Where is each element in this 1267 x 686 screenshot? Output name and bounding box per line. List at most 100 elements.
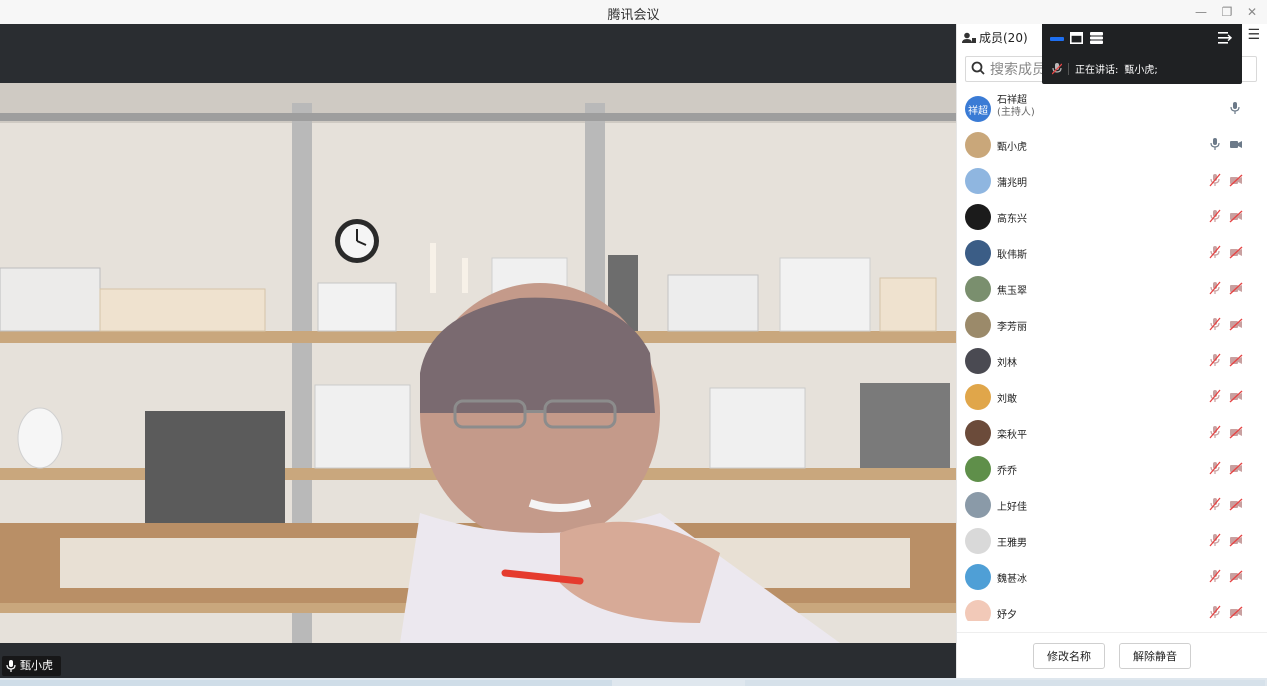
camera-off-icon[interactable]: [1229, 281, 1243, 295]
panel-menu-icon[interactable]: ☰: [1247, 27, 1260, 43]
camera-off-icon[interactable]: [1229, 569, 1243, 583]
camera-off-icon[interactable]: [1229, 461, 1243, 475]
speaking-prefix: 正在讲话:: [1075, 65, 1119, 76]
panel-footer: 修改名称 解除静音: [957, 632, 1267, 679]
camera-off-icon[interactable]: [1229, 533, 1243, 547]
speaker-video[interactable]: [0, 83, 956, 643]
camera-off-icon[interactable]: [1229, 389, 1243, 403]
member-name-block: 石祥超 (主持人): [997, 95, 1035, 119]
member-name-block: 焦玉翠: [997, 282, 1027, 297]
minimize-button[interactable]: —: [1192, 3, 1210, 21]
avatar: [965, 168, 991, 194]
member-row[interactable]: 刘林: [957, 343, 1267, 379]
camera-off-icon[interactable]: [1229, 605, 1243, 619]
collapse-panel-icon[interactable]: [1218, 32, 1232, 44]
taskbar-segment: [745, 680, 1265, 686]
member-name-block: 妤夕: [997, 606, 1017, 621]
mic-icon[interactable]: [1209, 137, 1221, 151]
member-row[interactable]: 王雅男: [957, 523, 1267, 559]
members-title: 成员(20): [962, 29, 1028, 46]
mic-muted-icon[interactable]: [1209, 569, 1221, 583]
mic-muted-icon[interactable]: [1209, 209, 1221, 223]
member-name: 刘敢: [997, 394, 1017, 405]
restore-button[interactable]: ❐: [1218, 3, 1236, 21]
avatar: [965, 312, 991, 338]
member-row[interactable]: 妤夕: [957, 595, 1267, 621]
member-name: 魏甚冰: [997, 574, 1027, 585]
camera-off-icon[interactable]: [1229, 425, 1243, 439]
member-row[interactable]: 蒲兆明: [957, 163, 1267, 199]
member-row[interactable]: 祥超 石祥超 (主持人): [957, 91, 1267, 127]
member-name: 乔乔: [997, 466, 1017, 477]
member-row[interactable]: 栾秋平: [957, 415, 1267, 451]
video-frame-image: [0, 83, 956, 643]
speaking-indicator: 正在讲话: 甄小虎;: [1052, 61, 1158, 76]
mic-muted-icon[interactable]: [1209, 245, 1221, 259]
member-row[interactable]: 高东兴: [957, 199, 1267, 235]
member-name-block: 王雅男: [997, 534, 1027, 549]
avatar: [965, 132, 991, 158]
mic-muted-icon[interactable]: [1209, 605, 1221, 619]
member-name-block: 栾秋平: [997, 426, 1027, 441]
active-speaker-tag: 甄小虎: [2, 656, 61, 676]
camera-off-icon[interactable]: [1229, 245, 1243, 259]
member-name-block: 刘敢: [997, 390, 1017, 405]
camera-off-icon[interactable]: [1229, 497, 1243, 511]
member-name: 栾秋平: [997, 430, 1027, 441]
member-row[interactable]: 耿伟斯: [957, 235, 1267, 271]
mic-muted-icon[interactable]: [1209, 389, 1221, 403]
avatar: [965, 240, 991, 266]
camera-icon[interactable]: [1229, 137, 1243, 151]
member-row[interactable]: 乔乔: [957, 451, 1267, 487]
rename-button[interactable]: 修改名称: [1033, 643, 1105, 669]
member-name: 耿伟斯: [997, 250, 1027, 261]
unmute-button[interactable]: 解除静音: [1119, 643, 1191, 669]
member-row[interactable]: 李芳丽: [957, 307, 1267, 343]
camera-off-icon[interactable]: [1229, 209, 1243, 223]
member-row[interactable]: 刘敢: [957, 379, 1267, 415]
avatar: [965, 528, 991, 554]
member-name: 焦玉翠: [997, 286, 1027, 297]
layout-list-icon[interactable]: [1090, 32, 1103, 44]
close-button[interactable]: ✕: [1243, 3, 1261, 21]
mic-icon[interactable]: [1229, 101, 1241, 115]
member-name: 上好佳: [997, 502, 1027, 513]
member-name: 甄小虎: [997, 142, 1027, 153]
member-name-block: 蒲兆明: [997, 174, 1027, 189]
avatar: [965, 564, 991, 590]
mic-muted-icon[interactable]: [1209, 533, 1221, 547]
member-name: 李芳丽: [997, 322, 1027, 333]
mic-muted-icon[interactable]: [1209, 317, 1221, 331]
layout-minimize-icon[interactable]: [1050, 35, 1064, 43]
member-row[interactable]: 焦玉翠: [957, 271, 1267, 307]
camera-off-icon[interactable]: [1229, 353, 1243, 367]
avatar: [965, 384, 991, 410]
speaking-name: 甄小虎;: [1124, 65, 1158, 76]
taskbar-strip: [0, 678, 1267, 686]
layout-window-icon[interactable]: [1070, 32, 1083, 44]
mic-muted-icon[interactable]: [1209, 425, 1221, 439]
mic-muted-icon[interactable]: [1209, 461, 1221, 475]
mic-muted-icon[interactable]: [1209, 353, 1221, 367]
mic-muted-icon[interactable]: [1209, 281, 1221, 295]
member-row[interactable]: 魏甚冰: [957, 559, 1267, 595]
mic-muted-icon[interactable]: [1209, 497, 1221, 511]
microphone-icon: [6, 660, 16, 672]
member-row[interactable]: 甄小虎: [957, 127, 1267, 163]
mic-muted-icon[interactable]: [1209, 173, 1221, 187]
members-icon: [962, 32, 976, 43]
app-title: 腾讯会议: [607, 8, 660, 23]
member-name: 妤夕: [997, 610, 1017, 621]
member-name: 刘林: [997, 358, 1017, 369]
member-row[interactable]: 上好佳: [957, 487, 1267, 523]
avatar: [965, 276, 991, 302]
member-name-block: 上好佳: [997, 498, 1027, 513]
avatar: [965, 204, 991, 230]
floating-toolbar-icons: [1042, 24, 1242, 54]
member-role: (主持人): [997, 107, 1035, 118]
member-name: 蒲兆明: [997, 178, 1027, 189]
title-bar: 腾讯会议 — ❐ ✕: [0, 0, 1267, 25]
avatar: [965, 600, 991, 621]
camera-off-icon[interactable]: [1229, 173, 1243, 187]
camera-off-icon[interactable]: [1229, 317, 1243, 331]
